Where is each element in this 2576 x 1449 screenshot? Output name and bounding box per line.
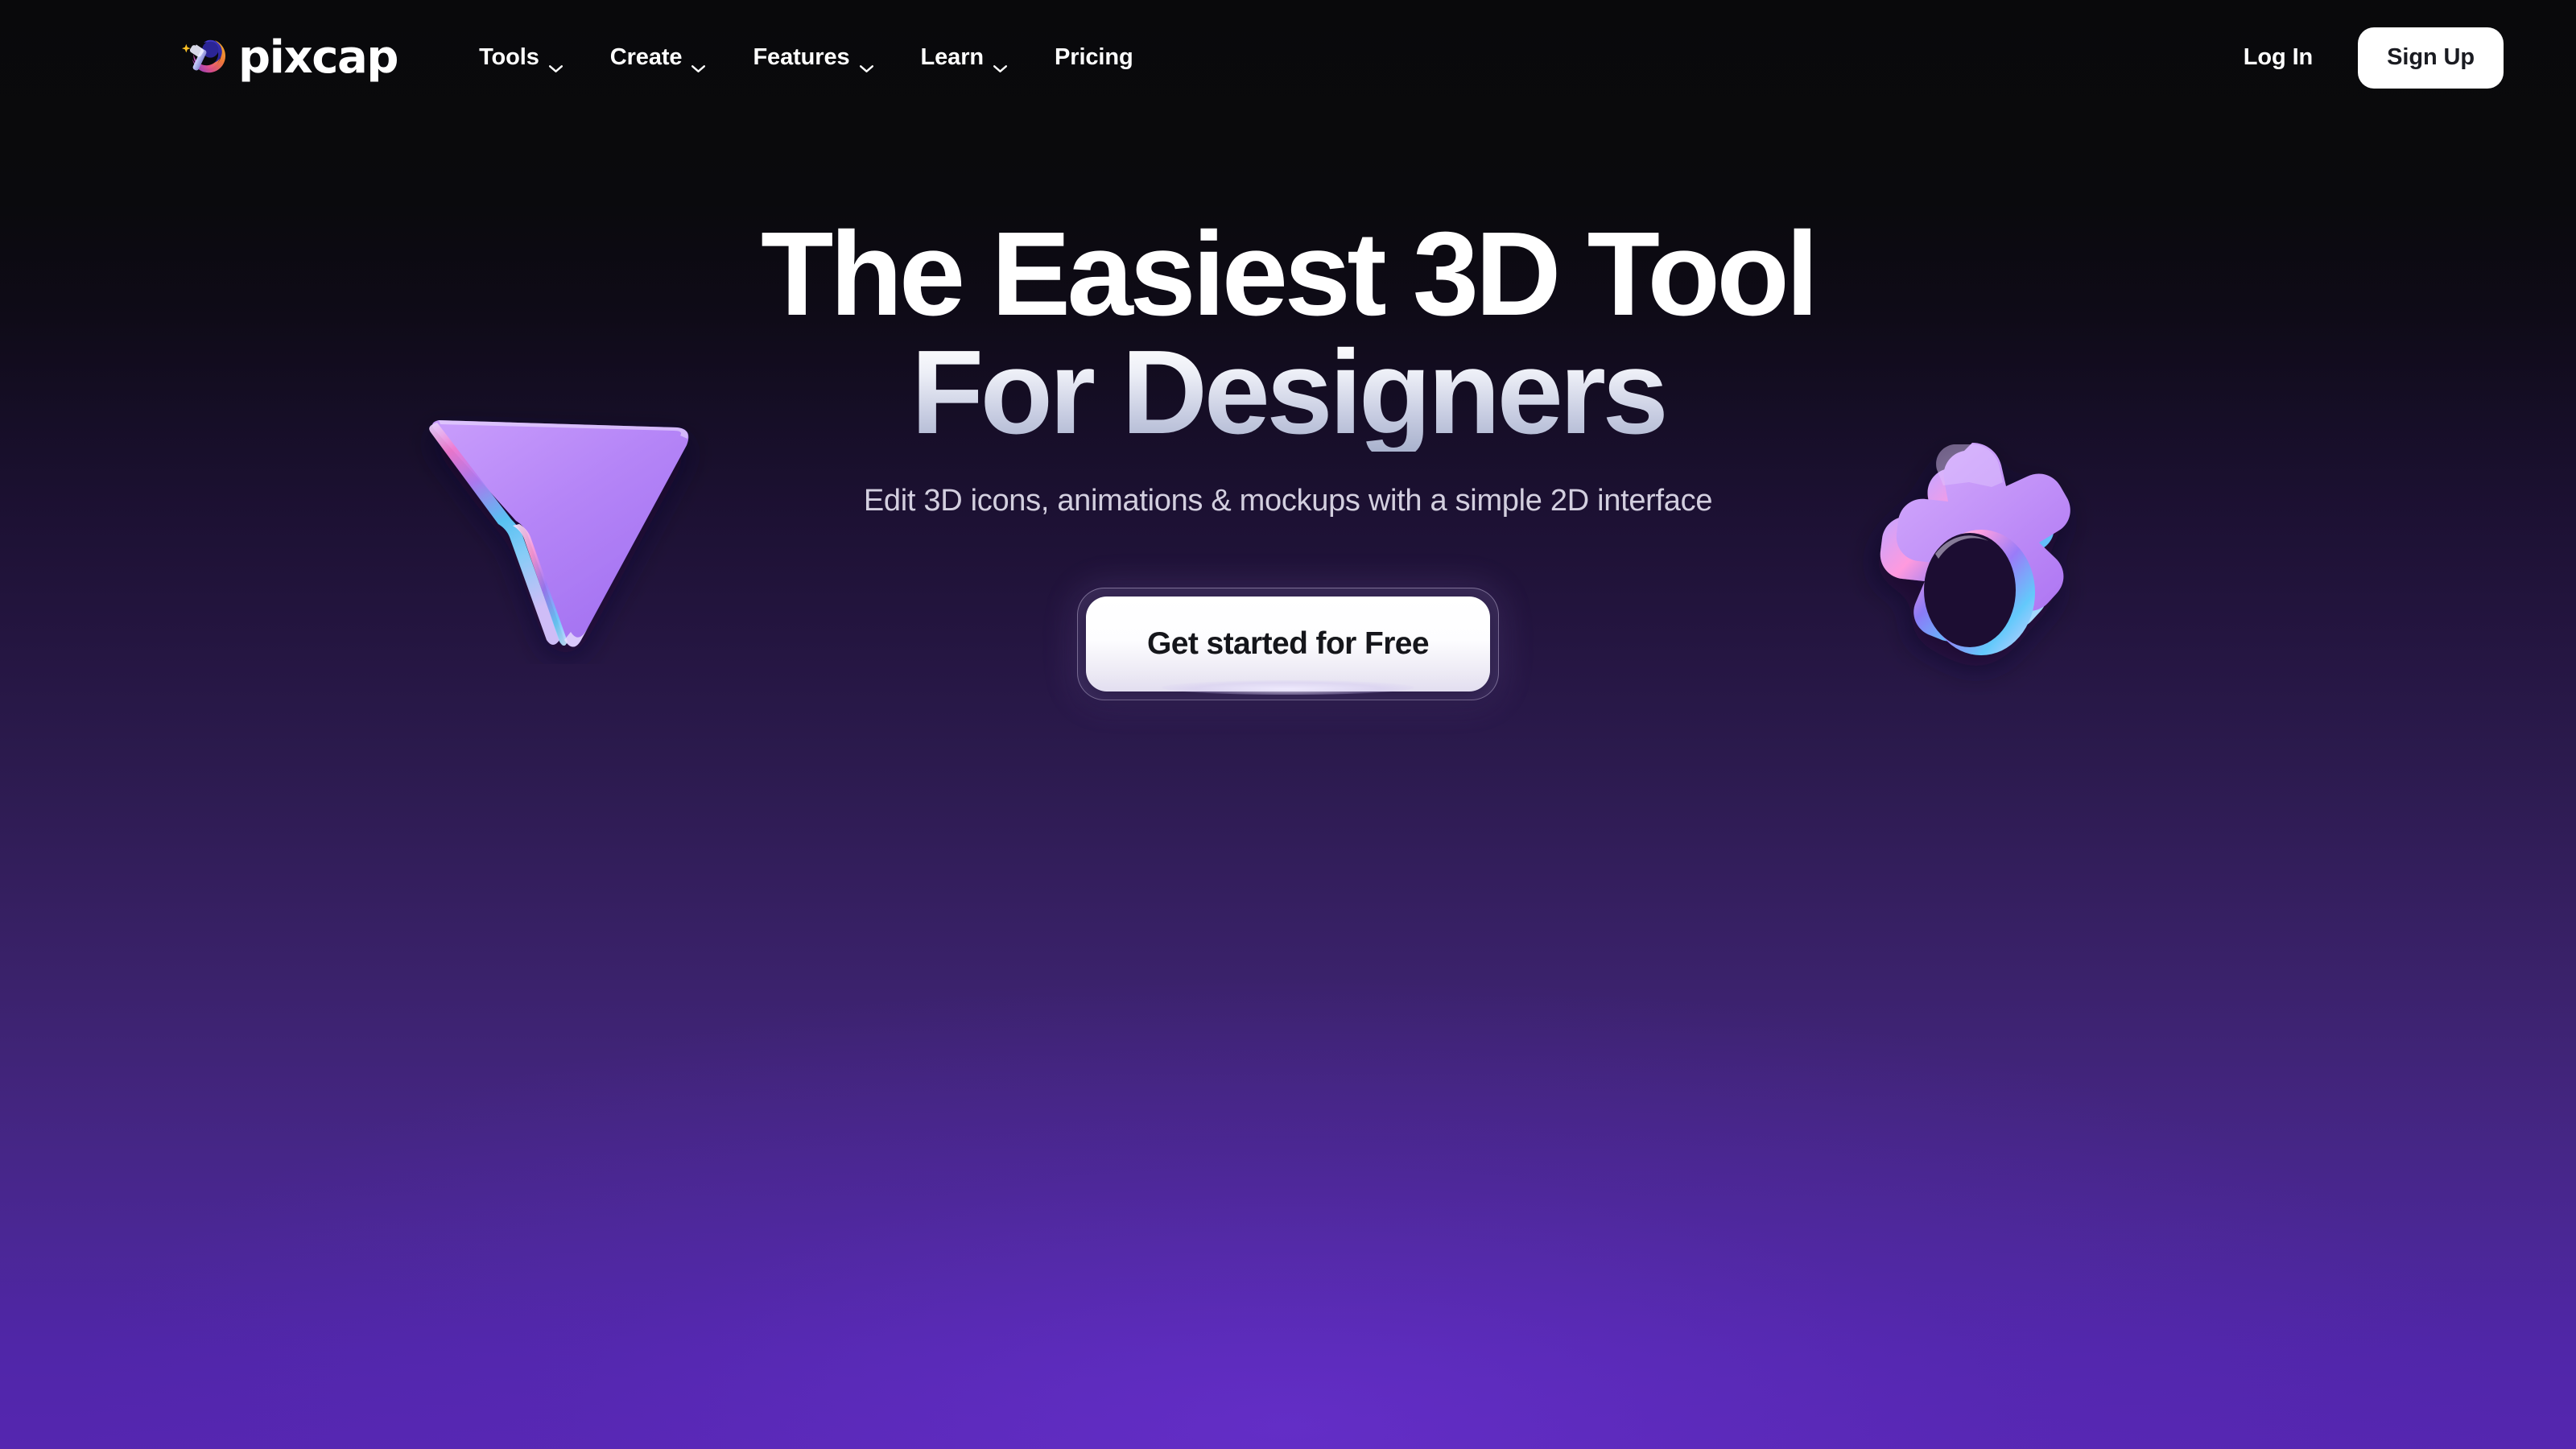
hero-subtitle: Edit 3D icons, animations & mockups with… [863, 484, 1713, 518]
3d-cursor-arrow-icon [407, 398, 712, 664]
signup-button[interactable]: Sign Up [2358, 27, 2504, 89]
nav-item-tools[interactable]: Tools [456, 36, 587, 79]
nav-item-label: Learn [920, 44, 985, 70]
nav-links: Tools Create Features Learn Pricing [456, 36, 1157, 79]
nav-item-learn[interactable]: Learn [898, 36, 1031, 79]
chevron-down-icon [691, 53, 706, 72]
top-navigation-bar: pixcap Tools Create Features Learn Prici… [0, 0, 2576, 115]
page-root: pixcap Tools Create Features Learn Prici… [0, 0, 2576, 1449]
nav-item-label: Create [609, 44, 683, 70]
3d-gear-cog-icon [1823, 425, 2121, 747]
nav-item-label: Features [753, 44, 850, 70]
cta-button-wrapper: Get started for Free [1077, 588, 1499, 701]
chevron-down-icon [993, 53, 1008, 72]
headline-line-1: The Easiest 3D Tool [761, 208, 1818, 341]
page-title: The Easiest 3D Tool For Designers [761, 208, 1818, 452]
headline-line-2: For Designers [761, 332, 1815, 452]
nav-item-label: Pricing [1055, 44, 1133, 70]
chevron-down-icon [548, 53, 564, 72]
hero-section: The Easiest 3D Tool For Designers Edit 3… [0, 0, 2576, 1449]
chevron-down-icon [859, 53, 874, 72]
nav-item-features[interactable]: Features [729, 36, 897, 79]
login-link[interactable]: Log In [2219, 36, 2337, 79]
nav-item-pricing[interactable]: Pricing [1031, 36, 1157, 79]
nav-actions: Log In Sign Up [2219, 27, 2504, 89]
brand-wordmark: pixcap [238, 31, 398, 84]
brand-logo[interactable]: pixcap [179, 33, 398, 83]
background-bloom [80, 982, 2496, 1449]
nav-item-create[interactable]: Create [587, 36, 730, 79]
nav-item-label: Tools [479, 44, 539, 70]
get-started-button[interactable]: Get started for Free [1086, 597, 1490, 692]
pixcap-logo-icon [179, 33, 229, 83]
